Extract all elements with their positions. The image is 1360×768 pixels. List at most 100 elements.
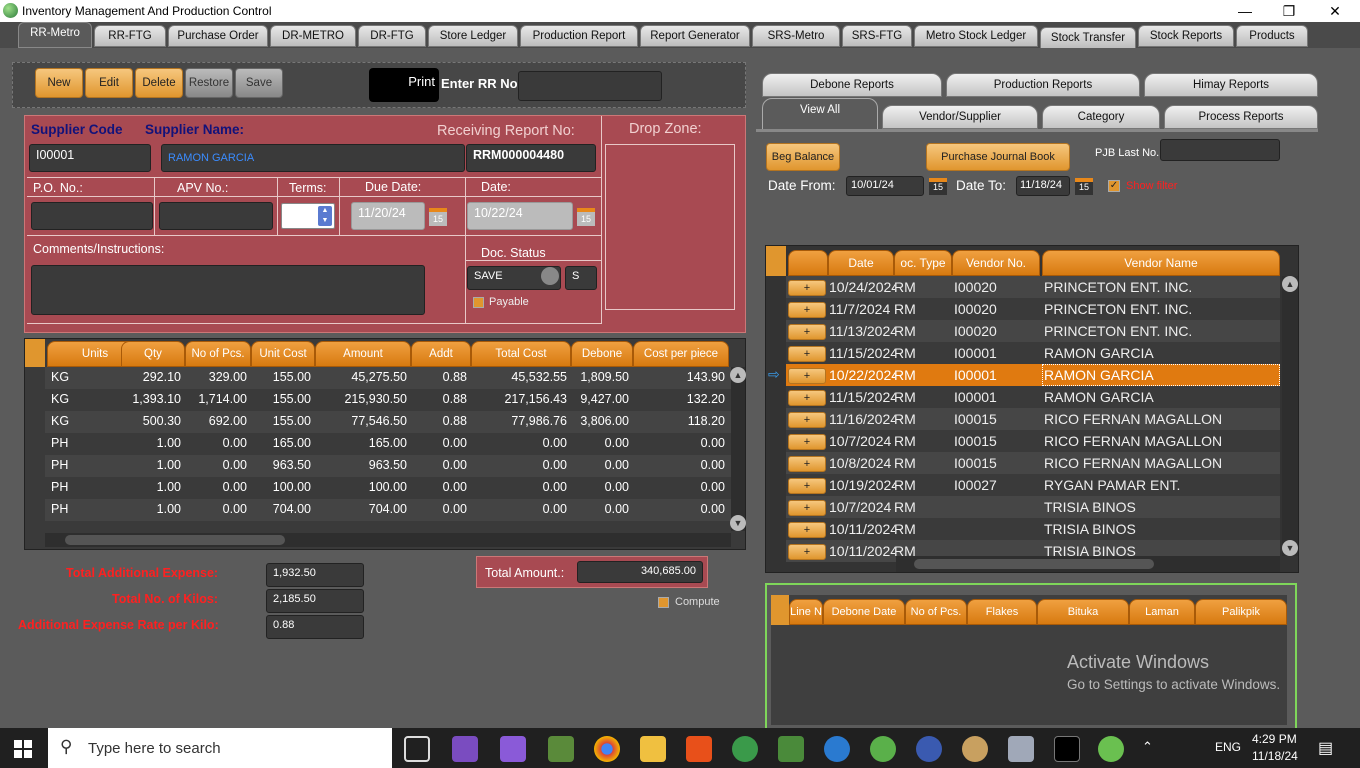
expand-row-button[interactable]: +: [788, 302, 826, 318]
col-bituka[interactable]: Bituka: [1037, 599, 1129, 625]
task-view-icon[interactable]: [404, 736, 430, 762]
expand-row-button[interactable]: +: [788, 522, 826, 538]
image-viewer-icon[interactable]: [1008, 736, 1034, 762]
visual-studio-icon[interactable]: [452, 736, 478, 762]
paint-icon[interactable]: [962, 736, 988, 762]
date-to-calendar-icon[interactable]: 15: [1075, 178, 1093, 195]
tab-category[interactable]: Category: [1042, 105, 1160, 129]
tab-report-generator[interactable]: Report Generator: [640, 25, 750, 47]
rr-no-field[interactable]: RRM000004480: [466, 144, 596, 172]
po-field[interactable]: [31, 202, 153, 230]
terminal-icon[interactable]: [1054, 736, 1080, 762]
tab-production-report[interactable]: Production Report: [520, 25, 638, 47]
mongodb-icon[interactable]: [732, 736, 758, 762]
notifications-icon[interactable]: ▤: [1318, 738, 1333, 758]
supplier-code-field[interactable]: I00001: [29, 144, 151, 172]
app-green-icon[interactable]: [870, 736, 896, 762]
expand-row-button[interactable]: +: [788, 390, 826, 406]
col-addt-ucost[interactable]: Addt UCost: [411, 341, 471, 384]
spreadsheet-icon[interactable]: [778, 736, 804, 762]
doc-status-toggle-icon[interactable]: [541, 267, 559, 285]
infinity-app-icon[interactable]: [916, 736, 942, 762]
terms-spinner[interactable]: ▲ ▼: [281, 203, 335, 229]
enter-rr-input[interactable]: [518, 71, 662, 101]
expand-row-button[interactable]: +: [788, 324, 826, 340]
file-explorer-icon[interactable]: [640, 736, 666, 762]
date-to-field[interactable]: 11/18/24: [1016, 176, 1070, 196]
restore-button[interactable]: Restore: [185, 68, 233, 98]
col-line-no[interactable]: Line N: [789, 599, 823, 625]
delete-button[interactable]: Delete: [135, 68, 183, 98]
scroll-up-icon[interactable]: ▲: [730, 367, 746, 383]
expand-row-button[interactable]: +: [788, 368, 826, 384]
vendor-scroll-down-icon[interactable]: ▼: [1282, 540, 1298, 556]
date-from-calendar-icon[interactable]: 15: [929, 178, 947, 195]
col-palikpik[interactable]: Palikpik: [1195, 599, 1287, 625]
purchase-journal-book-button[interactable]: Purchase Journal Book: [926, 143, 1070, 171]
show-filter-checkbox[interactable]: ✓: [1108, 180, 1120, 192]
clock-date[interactable]: 11/18/24: [1252, 749, 1298, 763]
rate-field[interactable]: 0.88: [266, 615, 364, 639]
tab-dr-metro[interactable]: DR-METRO: [270, 25, 356, 47]
col-doc-type[interactable]: oc. Type: [894, 250, 952, 276]
col-unit-cost[interactable]: Unit Cost: [251, 341, 315, 367]
new-button[interactable]: New: [35, 68, 83, 98]
tab-metro-stock-ledger[interactable]: Metro Stock Ledger: [914, 25, 1038, 47]
edit-button[interactable]: Edit: [85, 68, 133, 98]
beg-balance-button[interactable]: Beg Balance: [766, 143, 840, 171]
col-debone-pcs[interactable]: No of Pcs.: [905, 599, 967, 625]
col-debone-date[interactable]: Debone Date: [823, 599, 905, 625]
payable-checkbox[interactable]: [473, 297, 484, 308]
col-vendor-name[interactable]: Vendor Name: [1042, 250, 1280, 276]
due-date-calendar-icon[interactable]: 15: [429, 208, 447, 226]
items-hscrollbar[interactable]: [45, 533, 731, 547]
due-date-field[interactable]: 11/20/24: [351, 202, 425, 230]
drop-zone[interactable]: [605, 144, 735, 310]
tab-himay-reports[interactable]: Himay Reports: [1144, 73, 1318, 97]
tab-srs-metro[interactable]: SRS-Metro: [752, 25, 840, 47]
col-laman[interactable]: Laman: [1129, 599, 1195, 625]
tab-process-reports[interactable]: Process Reports: [1164, 105, 1318, 129]
tab-stock-reports[interactable]: Stock Reports: [1138, 25, 1234, 47]
vendor-scroll-up-icon[interactable]: ▲: [1282, 276, 1298, 292]
tab-store-ledger[interactable]: Store Ledger: [428, 25, 518, 47]
supplier-name-field[interactable]: RAMON GARCIA: [161, 144, 465, 172]
tab-products[interactable]: Products: [1236, 25, 1308, 47]
col-vendor-no[interactable]: Vendor No.: [952, 250, 1040, 276]
expand-row-button[interactable]: +: [788, 412, 826, 428]
tab-srs-ftg[interactable]: SRS-FTG: [842, 25, 912, 47]
expand-row-button[interactable]: +: [788, 478, 826, 494]
tab-view-all[interactable]: View All: [762, 98, 878, 130]
col-amount[interactable]: Amount: [315, 341, 411, 367]
col-cost-per-piece[interactable]: Cost per piece: [633, 341, 729, 367]
compute-checkbox[interactable]: [658, 597, 669, 608]
tab-production-reports[interactable]: Production Reports: [946, 73, 1140, 97]
col-flakes[interactable]: Flakes: [967, 599, 1037, 625]
col-debone-uc[interactable]: Debone UC: [571, 341, 633, 384]
col-no-of-pcs[interactable]: No of Pcs.: [185, 341, 251, 367]
clock-time[interactable]: 4:29 PM: [1252, 732, 1297, 746]
col-qty[interactable]: Qty: [121, 341, 185, 367]
kilos-field[interactable]: 2,185.50: [266, 589, 364, 613]
minimize-button[interactable]: —: [1222, 0, 1268, 22]
vendor-hscrollbar[interactable]: [896, 556, 1280, 572]
visual-studio-2-icon[interactable]: [500, 736, 526, 762]
windows-start-icon[interactable]: [14, 740, 32, 758]
print-button[interactable]: Print: [369, 68, 439, 102]
tab-rr-ftg[interactable]: RR-FTG: [94, 25, 166, 47]
expand-row-button[interactable]: +: [788, 280, 826, 296]
date-from-field[interactable]: 10/01/24: [846, 176, 924, 196]
scroll-down-icon[interactable]: ▼: [730, 515, 746, 531]
maximize-button[interactable]: ❐: [1266, 0, 1312, 22]
taskbar-search-box[interactable]: ⚲ Type here to search: [48, 728, 392, 768]
tab-rr-metro[interactable]: RR-Metro: [18, 22, 92, 48]
inventory-app-taskbar-icon[interactable]: [1098, 736, 1124, 762]
expand-row-button[interactable]: +: [788, 346, 826, 362]
expand-row-button[interactable]: +: [788, 456, 826, 472]
save-button[interactable]: Save: [235, 68, 283, 98]
col-total-cost[interactable]: Total Cost: [471, 341, 571, 367]
tab-purchase-order[interactable]: Purchase Order: [168, 25, 268, 47]
chrome-icon[interactable]: [594, 736, 620, 762]
tab-debone-reports[interactable]: Debone Reports: [762, 73, 942, 97]
tab-vendor-supplier[interactable]: Vendor/Supplier: [882, 105, 1038, 129]
